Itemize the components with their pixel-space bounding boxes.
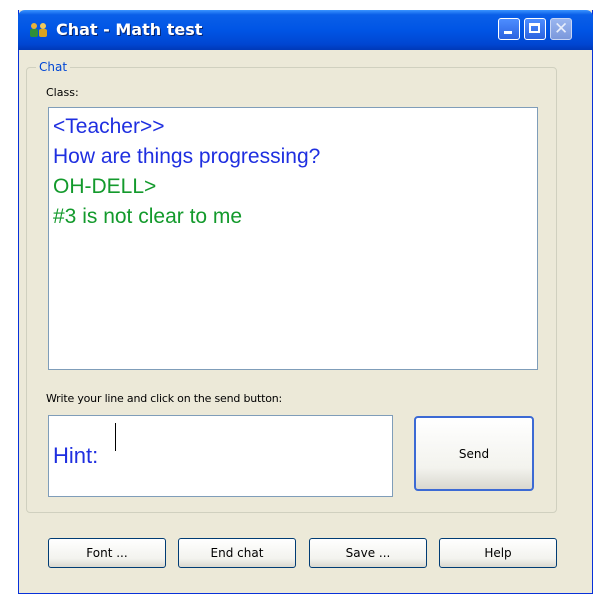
- chat-message: #3 is not clear to me: [53, 205, 243, 228]
- text-caret: [115, 423, 116, 451]
- font-button[interactable]: Font ...: [48, 538, 166, 568]
- chat-group-legend: Chat: [36, 60, 71, 74]
- close-button[interactable]: ✕: [550, 18, 572, 40]
- chat-message: How are things progressing?: [53, 145, 321, 168]
- message-input[interactable]: [48, 415, 393, 497]
- maximize-button[interactable]: [524, 18, 546, 40]
- minimize-icon: [504, 31, 512, 34]
- minimize-button[interactable]: [498, 18, 520, 40]
- chat-users-icon: [28, 22, 50, 38]
- chat-message: OH-DELL>: [53, 175, 157, 198]
- maximize-icon: [529, 23, 540, 33]
- write-line-label: Write your line and click on the send bu…: [46, 392, 283, 405]
- save-button[interactable]: Save ...: [309, 538, 427, 568]
- chat-transcript[interactable]: <Teacher>> How are things progressing? O…: [48, 107, 538, 370]
- help-button[interactable]: Help: [439, 538, 557, 568]
- end-chat-button[interactable]: End chat: [178, 538, 296, 568]
- send-button[interactable]: Send: [414, 416, 534, 491]
- window-title: Chat - Math test: [56, 20, 203, 39]
- title-bar[interactable]: Chat - Math test ✕: [18, 10, 593, 50]
- class-label: Class:: [46, 86, 79, 99]
- close-icon: ✕: [554, 19, 569, 39]
- chat-message: <Teacher>>: [53, 115, 165, 138]
